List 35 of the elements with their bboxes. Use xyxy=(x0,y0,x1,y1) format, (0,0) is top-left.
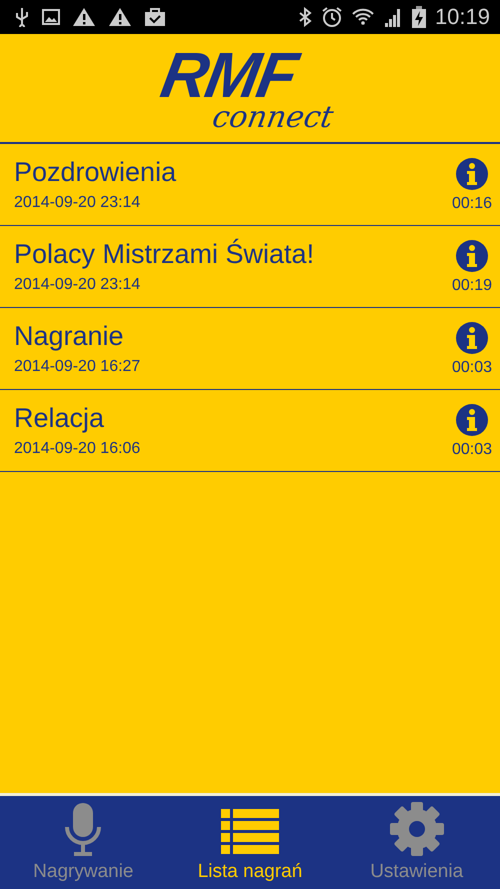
signal-icon xyxy=(382,7,403,27)
clock-time: 10:19 xyxy=(434,4,490,30)
recording-duration: 00:03 xyxy=(452,440,492,458)
recording-item[interactable]: Polacy Mistrzami Świata! 2014-09-20 23:14 00:19 xyxy=(0,226,500,308)
recording-duration: 00:19 xyxy=(452,276,492,294)
battery-charging-icon xyxy=(412,6,426,28)
usb-icon xyxy=(14,7,30,27)
recording-title: Relacja xyxy=(14,403,106,434)
recording-duration: 00:03 xyxy=(452,358,492,376)
list-icon xyxy=(221,807,279,857)
recording-item[interactable]: Nagranie 2014-09-20 16:27 00:03 xyxy=(0,308,500,390)
recording-date: 2014-09-20 16:27 xyxy=(14,358,140,376)
bluetooth-icon xyxy=(298,7,312,27)
recording-date: 2014-09-20 23:14 xyxy=(14,194,142,212)
wifi-icon xyxy=(352,7,374,27)
recording-title: Nagranie xyxy=(14,321,125,352)
info-icon[interactable] xyxy=(454,156,489,190)
info-icon[interactable] xyxy=(454,320,489,354)
microphone-icon xyxy=(63,801,104,857)
recording-item[interactable]: Relacja 2014-09-20 16:06 00:03 xyxy=(0,390,500,472)
info-icon[interactable] xyxy=(454,238,489,272)
bag-check-icon xyxy=(144,7,166,27)
recording-date: 2014-09-20 16:06 xyxy=(14,440,140,458)
warning-icon xyxy=(108,7,132,27)
recording-date: 2014-09-20 23:14 xyxy=(14,276,142,294)
image-icon xyxy=(42,9,60,25)
alarm-icon xyxy=(320,6,343,28)
recording-duration: 00:16 xyxy=(452,194,492,212)
recording-title: Polacy Mistrzami Świata! xyxy=(14,239,314,270)
nav-tab[interactable]: Lista nagrań xyxy=(166,796,334,889)
info-icon[interactable] xyxy=(454,402,489,436)
settings-icon xyxy=(388,801,445,857)
warning-icon xyxy=(72,7,96,27)
recording-title: Pozdrowienia xyxy=(14,157,176,188)
recording-item[interactable]: Pozdrowienia 2014-09-20 23:14 00:16 xyxy=(0,144,500,226)
